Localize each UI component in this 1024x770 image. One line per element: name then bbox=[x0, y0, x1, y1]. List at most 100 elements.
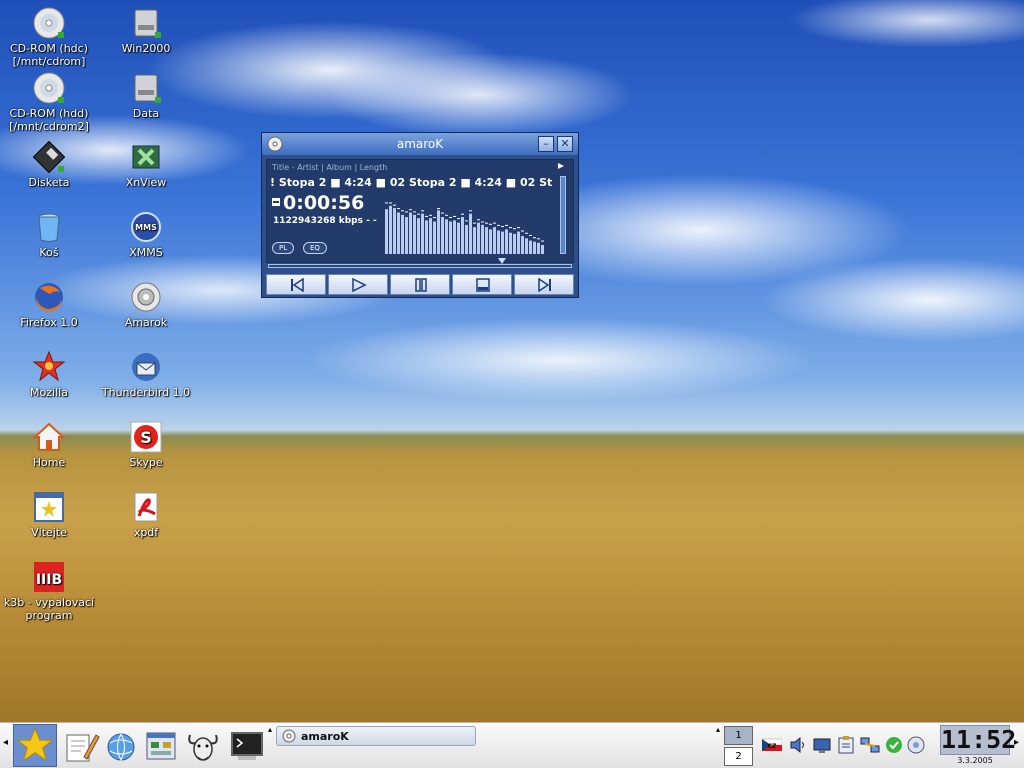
pdf-icon bbox=[134, 492, 158, 522]
analyzer-bar bbox=[541, 245, 544, 254]
analyzer-bar bbox=[437, 210, 440, 254]
analyzer-peak bbox=[497, 224, 500, 226]
analyzer-peak bbox=[537, 238, 540, 240]
next-icon bbox=[538, 278, 551, 292]
desktop-icon-win2000[interactable]: Win2000 bbox=[98, 6, 194, 55]
desktop-icon-xnview[interactable]: XnView bbox=[98, 140, 194, 189]
check-icon bbox=[886, 737, 902, 753]
analyzer-bar bbox=[393, 208, 396, 254]
desktop-icon-trash[interactable]: Koš bbox=[1, 210, 97, 259]
analyzer-peak bbox=[389, 202, 392, 204]
playback-controls bbox=[266, 274, 576, 295]
launcher-terminal[interactable] bbox=[228, 727, 266, 765]
desktop-icon-xpdf[interactable]: xpdf bbox=[98, 490, 194, 539]
floppy-icon bbox=[32, 140, 66, 174]
analyzer-bar bbox=[501, 231, 504, 254]
desktop-icon-cdrom-hdd[interactable]: CD-ROM (hdd) [/mnt/cdrom2] bbox=[1, 71, 97, 133]
desktop-icon-thunderbird[interactable]: Thunderbird 1.0 bbox=[98, 350, 194, 399]
analyzer-bar bbox=[417, 218, 420, 254]
seek-handle[interactable] bbox=[498, 258, 506, 264]
analyzer-bar bbox=[473, 227, 476, 254]
equalizer-button[interactable]: EQ bbox=[303, 242, 327, 254]
desktop-pager-1[interactable]: 1 bbox=[724, 726, 753, 745]
desktop-icon-data[interactable]: Data bbox=[98, 71, 194, 120]
desktop-icon-skype[interactable]: S Skype bbox=[98, 420, 194, 469]
analyzer-bar bbox=[389, 205, 392, 254]
desktop-icon-mozilla[interactable]: Mozilla bbox=[1, 350, 97, 399]
desktop[interactable]: CD-ROM (hdc) [/mnt/cdrom] CD-ROM (hdd) [… bbox=[0, 0, 1024, 722]
analyzer-peak bbox=[505, 224, 508, 226]
analyzer-bar bbox=[529, 240, 532, 254]
desktop-icon-firefox[interactable]: Firefox 1.0 bbox=[1, 280, 97, 329]
analyzer-peak bbox=[429, 214, 432, 216]
desktop-icon-vitejte[interactable]: Vítejte bbox=[1, 490, 97, 539]
minimize-button[interactable]: – bbox=[538, 136, 554, 152]
clock[interactable]: 11:52 bbox=[940, 725, 1016, 755]
playlist-button[interactable]: PL bbox=[272, 242, 295, 254]
analyzer-peak bbox=[469, 210, 472, 212]
task-button-amarok[interactable]: amaroK bbox=[276, 726, 476, 746]
desktop-icon-k3b[interactable]: IIIB k3b - vypalovací program bbox=[1, 560, 97, 622]
panel-hide-left-arrow[interactable]: ◂ bbox=[3, 737, 8, 748]
player-title: amaroK bbox=[396, 137, 444, 151]
desktop-icon-home[interactable]: Home bbox=[1, 420, 97, 469]
analyzer-peak bbox=[433, 217, 436, 219]
analyzer-peak bbox=[445, 214, 448, 216]
kmenu-button[interactable] bbox=[13, 724, 57, 767]
tray-keyboard-layout[interactable]: CZ bbox=[761, 735, 783, 755]
desktop-icon-amarok[interactable]: Amarok bbox=[98, 280, 194, 329]
analyzer-bar bbox=[397, 212, 400, 254]
tray-status-ok[interactable] bbox=[884, 735, 904, 755]
analyzer-peak bbox=[393, 204, 396, 206]
playlist-columns: Title - Artist | Album | Length bbox=[272, 163, 388, 172]
launcher-browser[interactable] bbox=[102, 727, 140, 765]
launcher-editor[interactable] bbox=[62, 727, 100, 765]
player-titlebar[interactable]: amaroK – ✕ bbox=[262, 133, 578, 155]
pause-icon bbox=[415, 278, 427, 292]
pause-button[interactable] bbox=[390, 274, 450, 295]
icon-label: Skype bbox=[129, 456, 163, 469]
launcher-control-center[interactable] bbox=[142, 727, 180, 765]
analyzer-peak bbox=[541, 240, 544, 242]
control-center-icon bbox=[146, 732, 176, 760]
desktop-pager-2[interactable]: 2 bbox=[724, 747, 753, 766]
analyzer-bar bbox=[485, 227, 488, 254]
cd-icon bbox=[282, 729, 296, 743]
analyzer-bar bbox=[513, 233, 516, 254]
panel-hide-right-arrow[interactable]: ▸ bbox=[1014, 737, 1019, 748]
tray-network[interactable] bbox=[860, 735, 880, 755]
cdrom-icon bbox=[33, 7, 65, 39]
tray-klipper[interactable] bbox=[836, 735, 856, 755]
launcher-gnu[interactable] bbox=[184, 727, 222, 765]
stop-button[interactable] bbox=[452, 274, 512, 295]
previous-button[interactable] bbox=[266, 274, 326, 295]
time-mode-toggle[interactable] bbox=[272, 198, 280, 206]
tray-display[interactable] bbox=[812, 735, 832, 755]
desktop-icon-cdrom-hdc[interactable]: CD-ROM (hdc) [/mnt/cdrom] bbox=[1, 6, 97, 68]
volume-slider[interactable] bbox=[560, 176, 566, 254]
text-editor-icon bbox=[66, 734, 100, 762]
play-button[interactable] bbox=[328, 274, 388, 295]
amarok-player-window[interactable]: amaroK – ✕ Title - Artist | Album | Leng… bbox=[261, 132, 579, 298]
pager-arrow[interactable]: ▴ bbox=[716, 725, 720, 734]
analyzer-bar bbox=[477, 222, 480, 254]
desktop-icon-xmms[interactable]: MMS XMMS bbox=[98, 210, 194, 259]
desktop-icon-disketa[interactable]: Disketa bbox=[1, 140, 97, 189]
previous-icon bbox=[291, 278, 304, 292]
analyzer-bar bbox=[421, 213, 424, 254]
analyzer-peak bbox=[441, 212, 444, 214]
close-button[interactable]: ✕ bbox=[557, 136, 573, 152]
tray-kmix[interactable] bbox=[906, 735, 926, 755]
next-button[interactable] bbox=[514, 274, 574, 295]
tray-volume[interactable] bbox=[788, 735, 808, 755]
lang-label: CZ bbox=[768, 743, 777, 750]
analyzer-bar bbox=[465, 224, 468, 254]
icon-label: Thunderbird 1.0 bbox=[101, 386, 191, 399]
cd-player-icon bbox=[907, 736, 925, 754]
taskbar-scroll-arrow[interactable]: ▴ bbox=[268, 725, 272, 734]
icon-label: CD-ROM (hdd) [/mnt/cdrom2] bbox=[9, 107, 89, 133]
seek-bar[interactable] bbox=[268, 264, 572, 268]
analyzer-bar bbox=[385, 209, 388, 254]
analyzer-bar bbox=[493, 227, 496, 254]
play-icon bbox=[352, 278, 367, 292]
